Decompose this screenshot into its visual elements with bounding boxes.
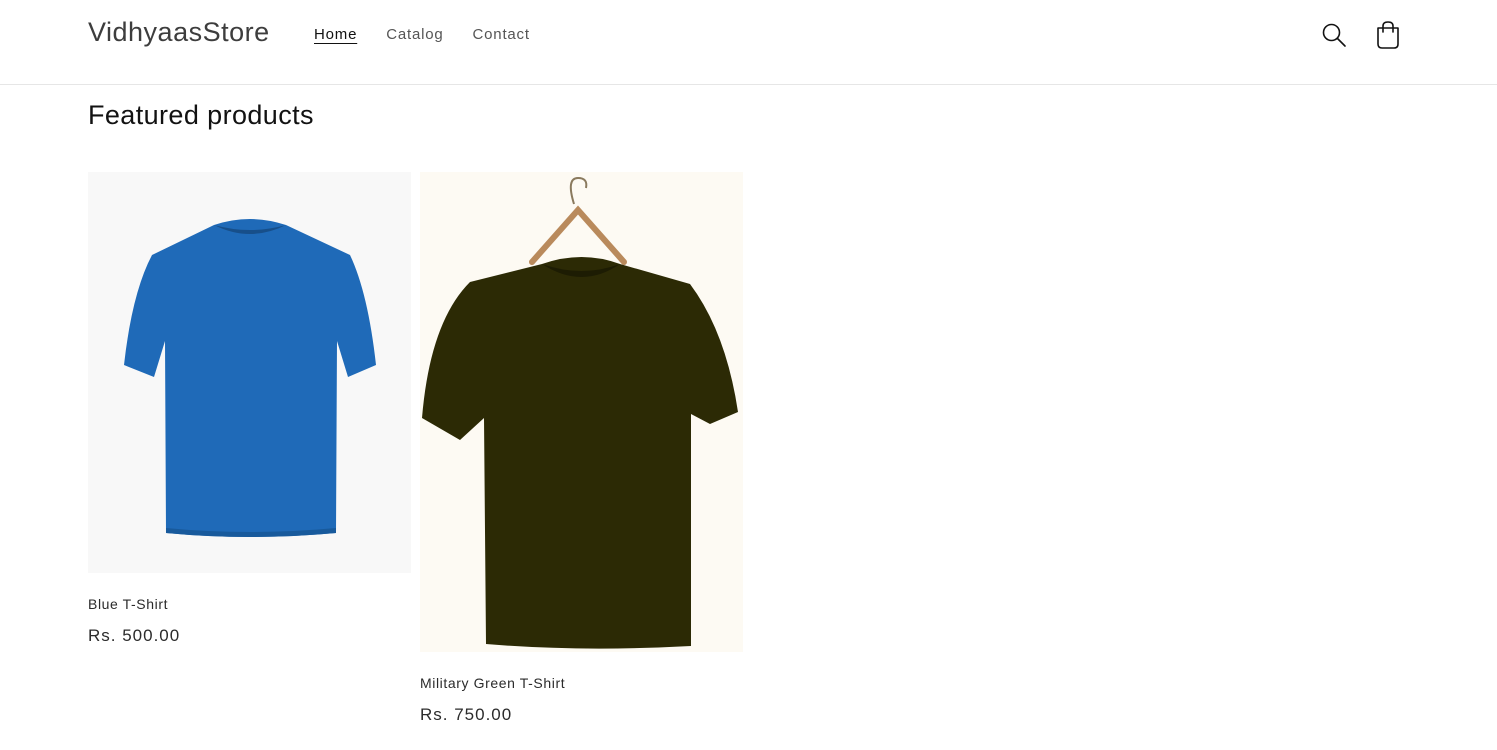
cart-icon[interactable] (1375, 20, 1401, 50)
product-price: Rs. 750.00 (420, 705, 513, 724)
nav-catalog[interactable]: Catalog (386, 25, 443, 45)
search-icon[interactable] (1321, 20, 1347, 50)
product-title[interactable]: Military Green T-Shirt (420, 675, 743, 691)
product-image[interactable] (88, 172, 411, 573)
nav-contact[interactable]: Contact (473, 25, 530, 45)
product-card[interactable]: Military Green T-Shirt Rs. 750.00 (420, 172, 743, 725)
product-price: Rs. 500.00 (88, 626, 181, 645)
green-tshirt-image (422, 176, 738, 649)
product-card[interactable]: Blue T-Shirt Rs. 500.00 (88, 172, 411, 646)
header-icons (1321, 20, 1401, 50)
product-image[interactable] (420, 172, 743, 652)
main-nav: Home Catalog Contact (314, 25, 530, 45)
product-grid: Blue T-Shirt Rs. 500.00 Military Green T… (88, 172, 743, 725)
site-header: VidhyaasStore Home Catalog Contact (0, 0, 1497, 85)
nav-home[interactable]: Home (314, 25, 357, 45)
store-logo[interactable]: VidhyaasStore (88, 17, 270, 48)
product-title[interactable]: Blue T-Shirt (88, 596, 411, 612)
blue-tshirt-image (123, 218, 376, 537)
section-title: Featured products (88, 100, 314, 130)
